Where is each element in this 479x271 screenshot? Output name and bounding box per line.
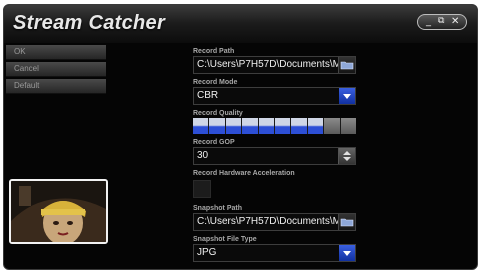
- record-gop-label: Record GOP: [193, 139, 235, 146]
- quality-segment[interactable]: [291, 118, 307, 134]
- snapshot-type-dropdown-button[interactable]: [339, 245, 355, 261]
- video-preview-thumbnail: [9, 179, 108, 244]
- hardware-accel-label: Record Hardware Acceleration: [193, 170, 295, 177]
- ok-button[interactable]: OK: [6, 45, 106, 60]
- app-window: Stream Catcher _ ⧉ ✕ OK Cancel Default R…: [3, 4, 478, 270]
- record-path-field[interactable]: C:\Users\P7H57D\Documents\My F: [193, 56, 356, 74]
- title-bar: Stream Catcher _ ⧉ ✕: [4, 5, 477, 43]
- app-title: Stream Catcher: [13, 12, 166, 34]
- snapshot-type-dropdown[interactable]: JPG: [193, 244, 356, 262]
- snapshot-path-value: C:\Users\P7H57D\Documents\My S: [197, 216, 356, 227]
- quality-segment[interactable]: [307, 118, 324, 134]
- preview-image: [11, 181, 106, 242]
- cancel-button[interactable]: Cancel: [6, 62, 106, 77]
- quality-segment[interactable]: [258, 118, 275, 134]
- record-path-label: Record Path: [193, 48, 235, 55]
- quality-segment[interactable]: [340, 118, 357, 134]
- record-mode-dropdown[interactable]: CBR: [193, 87, 356, 105]
- minimize-icon[interactable]: _: [426, 15, 431, 28]
- folder-icon: [340, 61, 354, 70]
- record-quality-slider[interactable]: [193, 118, 357, 134]
- maximize-icon[interactable]: ⧉: [438, 15, 444, 28]
- hardware-accel-checkbox[interactable]: [193, 180, 211, 198]
- record-mode-value: CBR: [197, 90, 219, 101]
- chevron-down-icon: [343, 94, 351, 99]
- sidebar: OK Cancel Default: [6, 45, 106, 96]
- snapshot-type-label: Snapshot File Type: [193, 236, 257, 243]
- quality-segment[interactable]: [275, 118, 291, 134]
- settings-form: Record Path C:\Users\P7H57D\Documents\My…: [193, 47, 357, 262]
- quality-segment[interactable]: [324, 118, 340, 134]
- quality-segment[interactable]: [209, 118, 225, 134]
- spinner-arrows-icon: [343, 151, 351, 161]
- default-button[interactable]: Default: [6, 79, 106, 94]
- close-icon[interactable]: ✕: [451, 15, 459, 28]
- quality-segment[interactable]: [193, 118, 209, 134]
- snapshot-type-value: JPG: [197, 247, 217, 258]
- chevron-down-icon: [343, 251, 351, 256]
- snapshot-path-browse-button[interactable]: [338, 214, 355, 230]
- record-mode-dropdown-button[interactable]: [339, 88, 355, 104]
- record-quality-label: Record Quality: [193, 110, 243, 117]
- record-gop-value: 30: [197, 150, 209, 161]
- record-path-browse-button[interactable]: [338, 57, 355, 73]
- record-gop-spin-button[interactable]: [338, 148, 355, 164]
- quality-segment[interactable]: [242, 118, 258, 134]
- record-mode-label: Record Mode: [193, 79, 238, 86]
- window-controls: _ ⧉ ✕: [417, 14, 467, 30]
- snapshot-path-label: Snapshot Path: [193, 205, 243, 212]
- folder-icon: [340, 218, 354, 227]
- quality-segment[interactable]: [225, 118, 242, 134]
- snapshot-path-field[interactable]: C:\Users\P7H57D\Documents\My S: [193, 213, 356, 231]
- record-gop-stepper[interactable]: 30: [193, 147, 356, 165]
- record-path-value: C:\Users\P7H57D\Documents\My F: [197, 59, 355, 70]
